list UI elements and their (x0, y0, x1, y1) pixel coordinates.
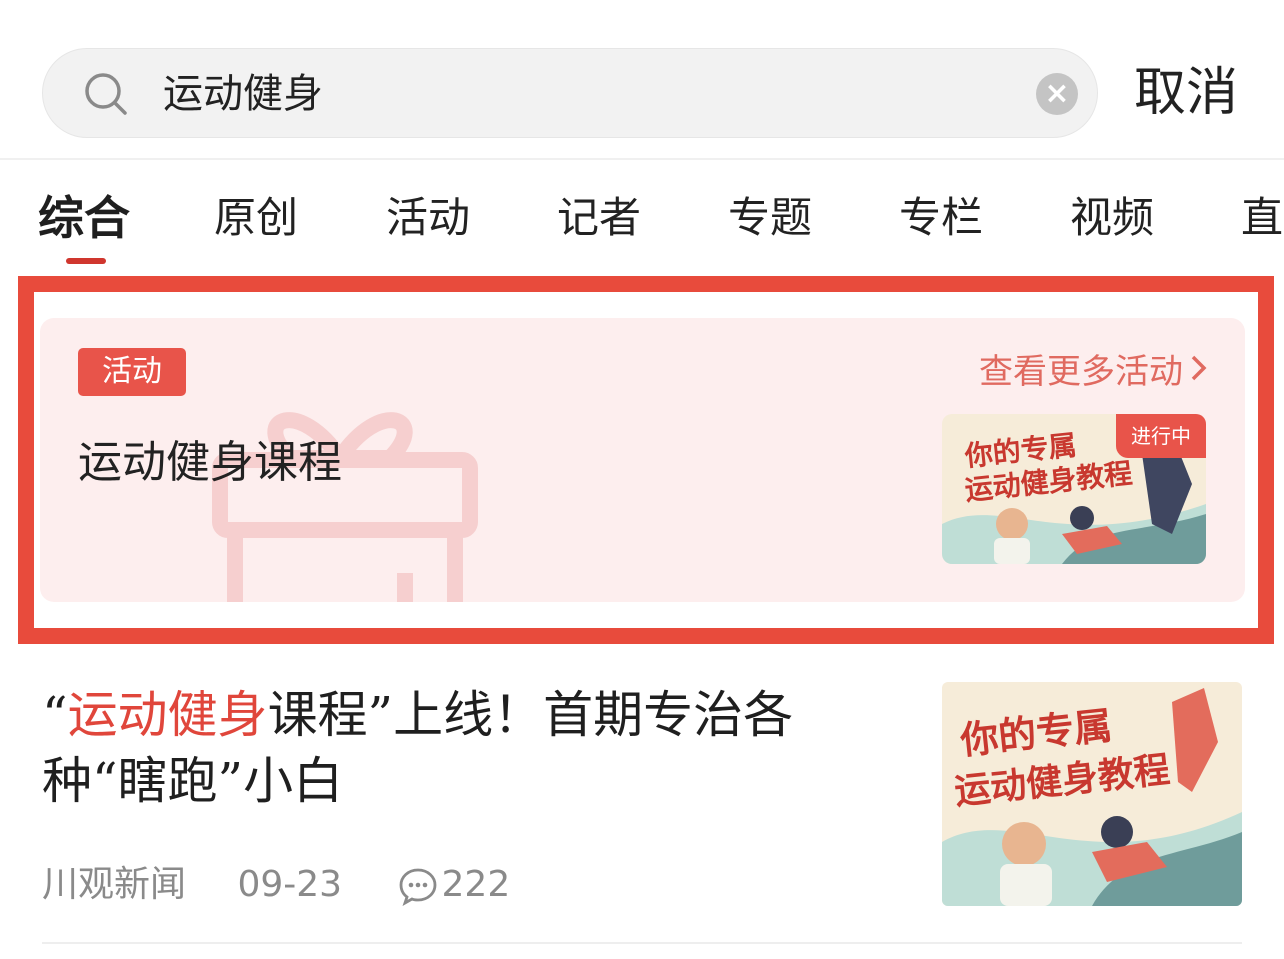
tab-video[interactable]: 视频 (1070, 190, 1154, 246)
news-title[interactable]: “运动健身课程”上线！首期专治各种“瞎跑”小白 (42, 682, 892, 814)
tab-column[interactable]: 专栏 (899, 190, 983, 246)
search-input[interactable]: 运动健身 (163, 49, 323, 139)
tab-activity[interactable]: 活动 (386, 190, 470, 246)
comment-icon (399, 868, 436, 906)
news-meta: 川观新闻 09-23 222 (42, 860, 510, 908)
news-thumbnail[interactable]: 你的专属 运动健身教程 (942, 682, 1242, 906)
news-thumbnail-illustration: 你的专属 运动健身教程 (942, 682, 1242, 906)
news-date: 09-23 (237, 864, 343, 905)
news-title-keyword: 运动健身 (67, 686, 268, 744)
active-tab-indicator (66, 258, 106, 264)
news-source: 川观新闻 (42, 864, 187, 905)
tab-original[interactable]: 原创 (214, 190, 298, 246)
tab-live[interactable]: 直播 (1241, 190, 1284, 246)
news-title-open-quote: “ (42, 686, 68, 744)
divider (0, 158, 1284, 160)
news-comments[interactable]: 222 (398, 861, 511, 909)
highlight-frame (18, 276, 1274, 644)
tab-reporter[interactable]: 记者 (557, 190, 641, 246)
divider (42, 942, 1242, 944)
cancel-button[interactable]: 取消 (1134, 48, 1238, 138)
tab-topic[interactable]: 专题 (728, 190, 812, 246)
comment-count: 222 (441, 864, 511, 905)
search-bar[interactable]: 运动健身 × (42, 48, 1098, 138)
search-icon (85, 73, 127, 115)
tab-comprehensive[interactable]: 综合 (38, 190, 130, 246)
clear-icon[interactable]: × (1036, 73, 1078, 115)
